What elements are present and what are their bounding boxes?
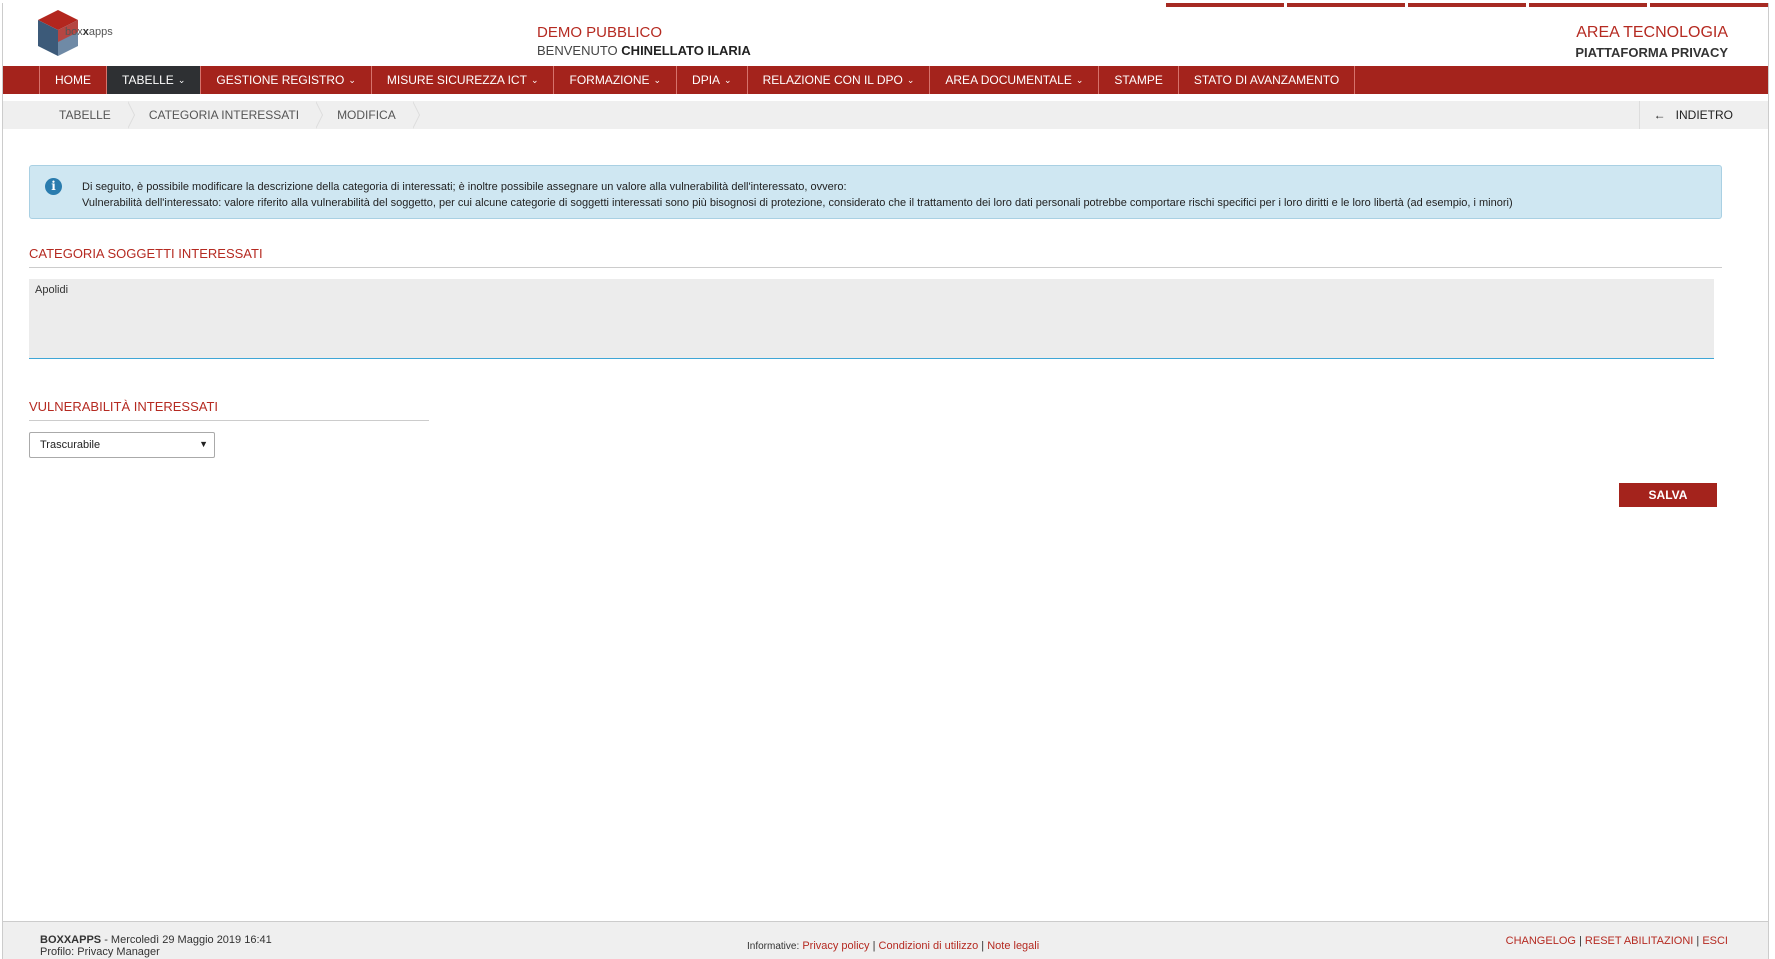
app-window: boxxapps DEMO PUBBLICO BENVENUTO CHINELL… xyxy=(2,3,1769,959)
nav-item-formazione[interactable]: FORMAZIONE ⌄ xyxy=(554,66,678,94)
chevron-down-icon: ⌄ xyxy=(177,75,186,85)
chevron-down-icon: ⌄ xyxy=(1075,75,1084,85)
reset-abilitazioni-link[interactable]: RESET ABILITAZIONI xyxy=(1585,935,1693,947)
info-box: i Di seguito, è possibile modificare la … xyxy=(29,165,1722,219)
area-title: AREA TECNOLOGIA xyxy=(1576,24,1728,41)
breadcrumb-item-tabelle[interactable]: TABELLE xyxy=(39,101,135,129)
info-icon: i xyxy=(45,178,62,195)
platform-title: PIATTAFORMA PRIVACY xyxy=(1575,45,1728,60)
vulnerability-section-title: VULNERABILITÀ INTERESSATI xyxy=(29,399,429,421)
chevron-down-icon: ⌄ xyxy=(724,75,732,85)
vulnerability-select[interactable]: Trascurabile ▼ xyxy=(29,432,215,458)
nav-item-relazione-dpo[interactable]: RELAZIONE CON IL DPO ⌄ xyxy=(748,66,931,94)
save-button[interactable]: SALVA xyxy=(1619,483,1717,507)
nav-item-tabelle[interactable]: TABELLE ⌄ xyxy=(107,66,202,94)
changelog-link[interactable]: CHANGELOG xyxy=(1506,935,1576,947)
footer-right: CHANGELOG | RESET ABILITAZIONI | ESCI xyxy=(1505,935,1728,947)
nav-item-stato-avanzamento[interactable]: STATO DI AVANZAMENTO xyxy=(1179,66,1356,94)
category-section-title: CATEGORIA SOGGETTI INTERESSATI xyxy=(29,246,1722,268)
nav-item-misure-sicurezza-ict[interactable]: MISURE SICUREZZA ICT ⌄ xyxy=(372,66,555,94)
nav-item-gestione-registro[interactable]: GESTIONE REGISTRO ⌄ xyxy=(201,66,372,94)
nav-item-home[interactable]: HOME xyxy=(39,66,107,94)
breadcrumb-item-modifica: MODIFICA xyxy=(317,101,420,129)
caret-down-icon: ▼ xyxy=(199,439,208,449)
footer: BOXXAPPS - Mercoledì 29 Maggio 2019 16:4… xyxy=(3,921,1768,959)
legal-notes-link[interactable]: Note legali xyxy=(987,940,1039,952)
header-right: AREA TECNOLOGIA PIATTAFORMA PRIVACY xyxy=(1575,24,1728,60)
footer-profile: Profilo: Privacy Manager xyxy=(40,946,160,958)
nav-item-stampe[interactable]: STAMPE xyxy=(1099,66,1179,94)
header-center: DEMO PUBBLICO BENVENUTO CHINELLATO ILARI… xyxy=(537,24,751,58)
chevron-down-icon: ⌄ xyxy=(348,75,356,85)
footer-left: BOXXAPPS - Mercoledì 29 Maggio 2019 16:4… xyxy=(40,934,272,958)
nav-item-dpia[interactable]: DPIA ⌄ xyxy=(677,66,748,94)
privacy-policy-link[interactable]: Privacy policy xyxy=(802,940,869,952)
breadcrumb-item-categoria-interessati[interactable]: CATEGORIA INTERESSATI xyxy=(129,101,324,129)
header: boxxapps DEMO PUBBLICO BENVENUTO CHINELL… xyxy=(3,3,1768,66)
category-description-input[interactable]: Apolidi xyxy=(29,279,1714,359)
chevron-down-icon: ⌄ xyxy=(653,75,662,85)
conditions-link[interactable]: Condizioni di utilizzo xyxy=(879,940,979,952)
footer-brand: BOXXAPPS xyxy=(40,934,102,946)
breadcrumb: TABELLE CATEGORIA INTERESSATI MODIFICA ←… xyxy=(3,101,1768,129)
back-button[interactable]: ← INDIETRO xyxy=(1638,101,1733,129)
nav-item-area-documentale[interactable]: AREA DOCUMENTALE ⌄ xyxy=(930,66,1100,94)
user-name: CHINELLATO ILARIA xyxy=(621,43,751,58)
footer-middle: Informative: Privacy policy | Condizioni… xyxy=(747,940,1040,952)
logo-text: boxxapps xyxy=(65,26,113,38)
arrow-left-icon: ← xyxy=(1653,108,1666,122)
info-line-2: Vulnerabilità dell'interessato: valore r… xyxy=(82,197,1513,209)
informative-label: Informative: xyxy=(747,941,800,952)
footer-datetime: - Mercoledì 29 Maggio 2019 16:41 xyxy=(101,934,272,946)
main-nav: HOME TABELLE ⌄ GESTIONE REGISTRO ⌄ MISURE … xyxy=(3,66,1768,94)
chevron-down-icon: ⌄ xyxy=(906,75,915,85)
chevron-down-icon: ⌄ xyxy=(530,75,539,85)
vulnerability-selected-value: Trascurabile xyxy=(40,439,101,451)
demo-title: DEMO PUBBLICO xyxy=(537,24,663,41)
info-line-1: Di seguito, è possibile modificare la de… xyxy=(82,181,847,193)
welcome-text: BENVENUTO CHINELLATO ILARIA xyxy=(537,43,751,58)
exit-link[interactable]: ESCI xyxy=(1702,935,1728,947)
